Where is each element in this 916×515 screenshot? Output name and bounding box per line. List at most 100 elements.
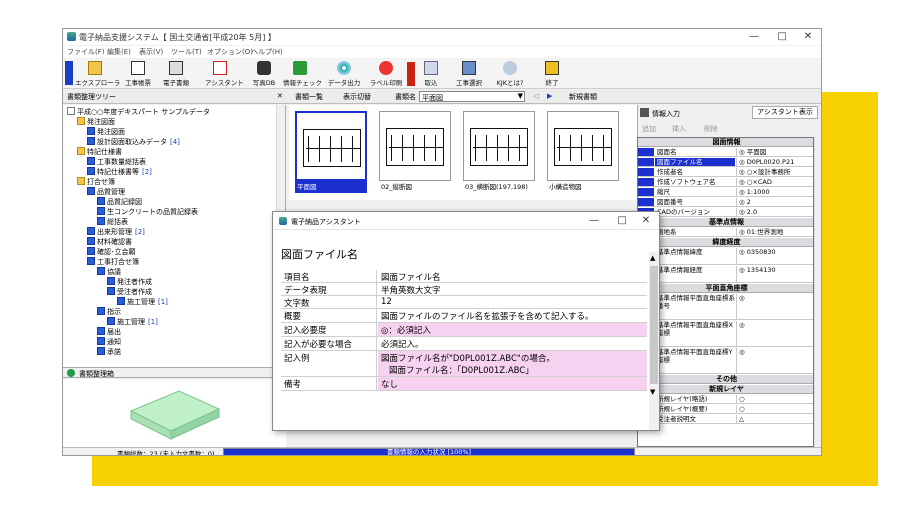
info-row-value[interactable]: ◎ 1354130: [736, 266, 813, 282]
tree-item[interactable]: 材料確認書: [87, 237, 132, 246]
next-arrow-icon[interactable]: ▶: [547, 92, 552, 100]
info-row-value[interactable]: △: [736, 415, 813, 423]
toolbar-check-button[interactable]: 情報チェック: [283, 61, 322, 87]
info-row[interactable]: 新規レイヤ(概要) ○: [638, 405, 813, 414]
prev-arrow-icon[interactable]: ◁: [533, 92, 538, 100]
dialog-minimize-button[interactable]: —: [579, 213, 609, 229]
menu-edit[interactable]: 編集(E): [107, 47, 131, 57]
tree-item[interactable]: 生コンクリートの品質記録表: [97, 207, 198, 216]
toolbar-project-select-button[interactable]: 工事選択: [453, 61, 485, 87]
tree-item[interactable]: 施工管理 [1]: [117, 297, 168, 306]
info-row[interactable]: CADのバージョン ◎ 2.0: [638, 208, 813, 217]
info-row-value[interactable]: ◎: [736, 294, 813, 319]
toolbar-kjk-help-button[interactable]: KJKとは?: [491, 61, 529, 87]
drawing-thumbnail[interactable]: 小構造物図: [547, 111, 619, 199]
insert-row-button[interactable]: 挿入: [672, 124, 686, 134]
tree-item[interactable]: 協議: [97, 267, 121, 276]
toolbar-label-print-button[interactable]: ラベル印刷: [369, 61, 403, 87]
tree-item[interactable]: 発注図面: [87, 127, 125, 136]
tree-item[interactable]: 打合せ簿: [77, 177, 115, 186]
toolbar-explorer-button[interactable]: エクスプローラ: [75, 61, 120, 87]
tree-item[interactable]: 平成○○年度デキスパート サンプルデータ: [67, 107, 210, 116]
doc-list-button[interactable]: 書類一覧: [295, 92, 323, 102]
new-doc-button[interactable]: 新規書類: [569, 92, 597, 102]
info-row[interactable]: 測地系 ◎ 01:世界測地: [638, 228, 813, 237]
drawing-thumbnail[interactable]: 03_横断図(197,198): [463, 111, 535, 199]
assistant-show-button[interactable]: アシスタント表示: [752, 106, 818, 119]
tree-item[interactable]: 施工管理 [1]: [107, 317, 158, 326]
toolbar-form-button[interactable]: 工事帳票: [121, 61, 155, 87]
tree-item[interactable]: 設計図面取込みデータ [4]: [87, 137, 180, 146]
toolbar-output-button[interactable]: データ出力: [327, 61, 361, 87]
tree-item[interactable]: 確認･立会願: [87, 247, 136, 256]
tree-item[interactable]: 工事数量総括表: [87, 157, 146, 166]
tree-item[interactable]: 総括表: [97, 217, 128, 226]
info-row[interactable]: 基準点情報平面直角座標Y座標 ◎: [638, 348, 813, 374]
toolbar-exit-button[interactable]: 終了: [541, 61, 563, 87]
tree-item[interactable]: 通知: [97, 337, 121, 346]
scroll-up-icon[interactable]: ▲: [650, 254, 655, 262]
info-row[interactable]: 受注者説明文 △: [638, 415, 813, 424]
dialog-close-button[interactable]: ✕: [631, 213, 661, 229]
tree-item[interactable]: 品質管理: [87, 187, 125, 196]
toolbar-document-button[interactable]: 電子書類: [159, 61, 193, 87]
menu-view[interactable]: 表示(V): [139, 47, 163, 57]
info-grid-scrollbar[interactable]: [814, 137, 821, 447]
minimize-button[interactable]: —: [739, 29, 769, 45]
drawing-thumbnail[interactable]: 平面図: [295, 111, 367, 199]
info-row-value[interactable]: ◎ 2.0: [736, 208, 813, 216]
view-switch-button[interactable]: 表示切替: [343, 92, 371, 102]
info-row-value[interactable]: ◎ D0PL0020.P21: [736, 158, 813, 166]
info-row[interactable]: 図面名 ◎ 平面図: [638, 148, 813, 157]
info-row-value[interactable]: ◎ ○×設計事務所: [736, 168, 813, 176]
tree-item[interactable]: 受注者作成: [107, 287, 152, 296]
toolbar-assistant-button[interactable]: アシスタント: [205, 61, 244, 87]
menu-options[interactable]: オプション(O): [207, 47, 253, 57]
tree-item[interactable]: 工事打合せ簿: [87, 257, 139, 266]
info-row[interactable]: 図面番号 ◎ 2: [638, 198, 813, 207]
info-row[interactable]: 新規レイヤ(略語) ○: [638, 395, 813, 404]
tree-item[interactable]: 発注者作成: [107, 277, 152, 286]
menu-tools[interactable]: ツール(T): [171, 47, 202, 57]
dialog-scrollbar[interactable]: ▲ ▼: [649, 252, 659, 430]
tree-item[interactable]: 品質記録図: [97, 197, 142, 206]
toolbar-import-button[interactable]: 取込: [419, 61, 443, 87]
scroll-thumb[interactable]: [650, 266, 658, 384]
info-row-value[interactable]: ○: [736, 405, 813, 413]
info-row[interactable]: 作成ソフトウェア名 ◎ ○×CAD: [638, 178, 813, 187]
info-row[interactable]: 基準点情報平面直角座標X座標 ◎: [638, 321, 813, 347]
delete-row-button[interactable]: 削除: [704, 124, 718, 134]
tree-item[interactable]: 承諾: [97, 347, 121, 356]
tree-panel-close-button[interactable]: ✕: [277, 92, 283, 100]
add-row-button[interactable]: 追加: [642, 124, 656, 134]
info-row[interactable]: 基準点情報経度 ◎ 1354130: [638, 266, 813, 283]
menu-file[interactable]: ファイル(F): [67, 47, 105, 57]
tree-item[interactable]: 特記仕様書等 [2]: [87, 167, 152, 176]
info-row[interactable]: 基準点情報緯度 ◎ 0350830: [638, 248, 813, 265]
info-row[interactable]: 縮尺 ◎ 1:1000: [638, 188, 813, 197]
info-row-value[interactable]: ◎ 平面図: [736, 148, 813, 156]
scroll-down-icon[interactable]: ▼: [650, 388, 655, 396]
tree-item[interactable]: 発注図面: [77, 117, 115, 126]
doc-name-select[interactable]: 平面図 ▼: [419, 91, 525, 102]
drawing-thumbnail[interactable]: 02_縦断図: [379, 111, 451, 199]
menu-help[interactable]: ヘルプ(H): [251, 47, 283, 57]
toolbar-photo-db-button[interactable]: 写真DB: [251, 61, 277, 87]
info-row[interactable]: 図面ファイル名 ◎ D0PL0020.P21: [638, 158, 813, 167]
info-row[interactable]: 基準点情報平面直角座標系番号 ◎: [638, 294, 813, 320]
info-row-value[interactable]: ◎ 0350830: [736, 248, 813, 264]
tree-panel-title: 書類整理ツリー: [67, 93, 116, 101]
info-row-value[interactable]: ◎ ○×CAD: [736, 178, 813, 186]
info-row-value[interactable]: ◎ 01:世界測地: [736, 228, 813, 236]
info-row-value[interactable]: ◎: [736, 348, 813, 373]
tree-item[interactable]: 出来形管理 [2]: [87, 227, 145, 236]
tree-item[interactable]: 届出: [97, 327, 121, 336]
info-row-value[interactable]: ◎: [736, 321, 813, 346]
tree-item[interactable]: 特記仕様書: [77, 147, 122, 156]
info-row-value[interactable]: ◎ 1:1000: [736, 188, 813, 196]
info-row[interactable]: 作成者名 ◎ ○×設計事務所: [638, 168, 813, 177]
info-row-value[interactable]: ◎ 2: [736, 198, 813, 206]
tree-item[interactable]: 指示: [97, 307, 121, 316]
close-button[interactable]: ✕: [793, 29, 821, 45]
info-row-value[interactable]: ○: [736, 395, 813, 403]
